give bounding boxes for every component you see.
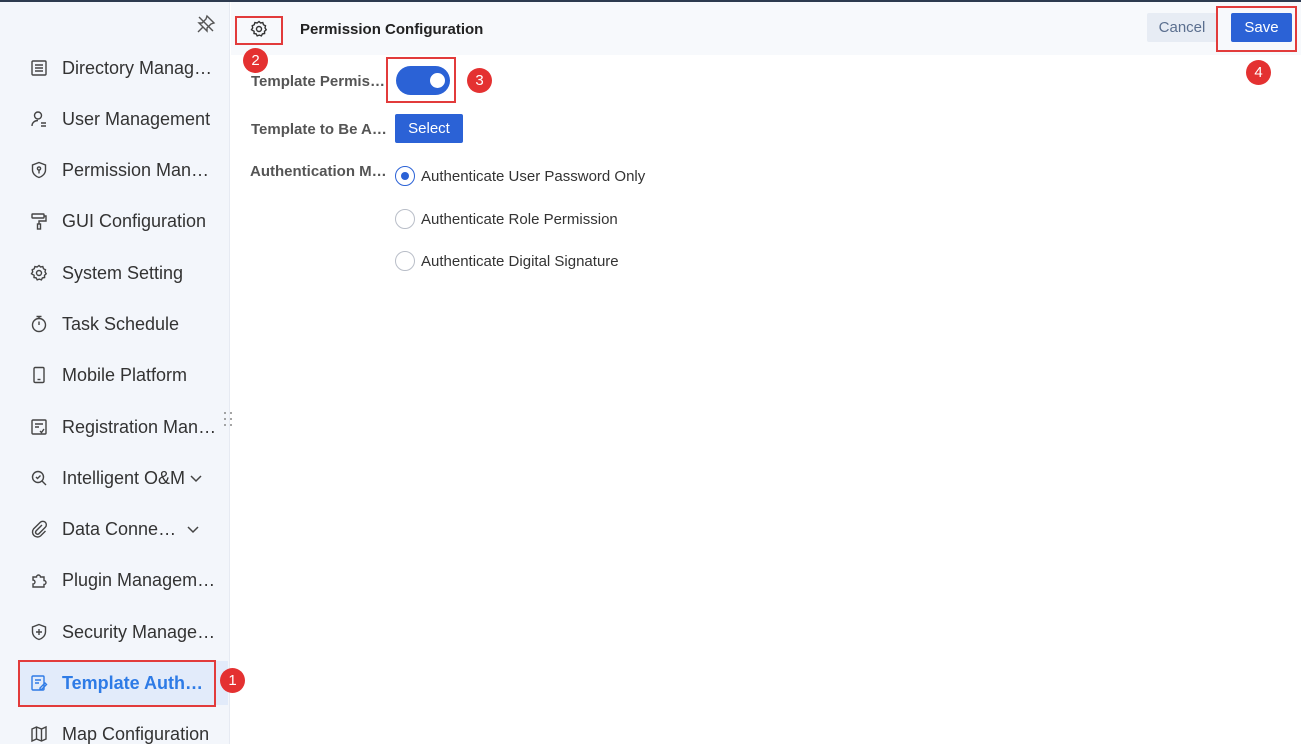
sidebar-item-data-connection[interactable]: Data Connection [18,507,228,551]
intelligent-om-icon [29,468,49,488]
annotation-marker-3: 3 [467,68,492,93]
sidebar-resize-handle[interactable] [223,410,233,428]
sidebar-item-label: System Setting [62,262,184,283]
mobile-icon [29,365,49,385]
authentication-method-label: Authentication Method [250,163,394,180]
radio-label: Authenticate Digital Signature [421,252,619,270]
directory-icon [29,58,49,78]
sidebar-item-registration-management[interactable]: Registration Management [18,405,228,449]
sidebar-item-security-management[interactable]: Security Management [18,610,228,654]
toggle-knob [430,73,445,88]
annotation-marker-4: 4 [1246,60,1271,85]
paperclip-icon [29,519,49,539]
sidebar-item-label: Registration Management [62,416,217,437]
sidebar-item-label: Security Management [62,621,217,642]
sidebar-item-task-schedule[interactable]: Task Schedule [18,302,228,346]
sidebar-item-label: Permission Management [62,159,217,180]
permission-shield-icon [29,160,49,180]
sidebar-item-label: Map Configuration [62,723,210,744]
pin-icon[interactable] [196,14,216,34]
sidebar-item-system-setting[interactable]: System Setting [18,251,228,295]
auth-option-password-only[interactable]: Authenticate User Password Only [395,166,645,186]
template-edit-icon [29,673,49,693]
sidebar-item-plugin-management[interactable]: Plugin Management [18,558,228,602]
sidebar-item-mobile-platform[interactable]: Mobile Platform [18,353,228,397]
gear-icon [29,263,49,283]
radio-button[interactable] [395,251,415,271]
sidebar-item-gui-configuration[interactable]: GUI Configuration [18,199,228,243]
sidebar-item-label: User Management [62,108,211,129]
radio-label: Authenticate Role Permission [421,210,618,228]
sidebar-item-label: Mobile Platform [62,364,188,385]
sidebar-item-label: Task Schedule [62,313,180,334]
sidebar-item-label: Directory Management [62,57,217,78]
puzzle-icon [29,570,49,590]
template-to-be-authenticated-label: Template to Be Authenticated [251,121,387,138]
template-permission-toggle[interactable] [396,66,450,95]
paint-roller-icon [29,211,49,231]
annotation-marker-2: 2 [243,48,268,73]
registration-icon [29,417,49,437]
chevron-down-icon[interactable] [189,471,203,485]
cancel-button[interactable]: Cancel [1147,13,1217,42]
annotation-marker-1: 1 [220,668,245,693]
gear-icon [250,20,268,43]
sidebar-item-intelligent-om[interactable]: Intelligent O&M [18,456,228,500]
sidebar-item-label: Plugin Management [62,569,217,590]
sidebar-item-directory-management[interactable]: Directory Management [18,46,228,90]
radio-button[interactable] [395,209,415,229]
sidebar-item-user-management[interactable]: User Management [18,97,228,141]
radio-button[interactable] [395,166,415,186]
sidebar-item-template-authentication[interactable]: Template Authentication [18,661,228,705]
auth-option-role-permission[interactable]: Authenticate Role Permission [395,209,618,229]
map-icon [29,724,49,744]
page-title: Permission Configuration [300,21,484,38]
sidebar-item-label: Intelligent O&M [62,467,186,488]
radio-label: Authenticate User Password Only [421,167,646,185]
auth-option-digital-signature[interactable]: Authenticate Digital Signature [395,251,619,271]
sidebar-item-label: GUI Configuration [62,210,207,231]
user-icon [29,109,49,129]
stopwatch-icon [29,314,49,334]
save-button[interactable]: Save [1231,13,1292,42]
template-permission-label: Template Permission [251,73,391,90]
sidebar-item-map-configuration[interactable]: Map Configuration [18,712,228,744]
sidebar-item-permission-management[interactable]: Permission Management [18,148,228,192]
settings-button[interactable] [236,18,282,45]
sidebar-item-label: Data Connection [62,518,182,539]
chevron-down-icon[interactable] [186,522,200,536]
select-template-button[interactable]: Select [395,114,463,143]
security-shield-icon [29,622,49,642]
sidebar-item-label: Template Authentication [62,672,210,693]
